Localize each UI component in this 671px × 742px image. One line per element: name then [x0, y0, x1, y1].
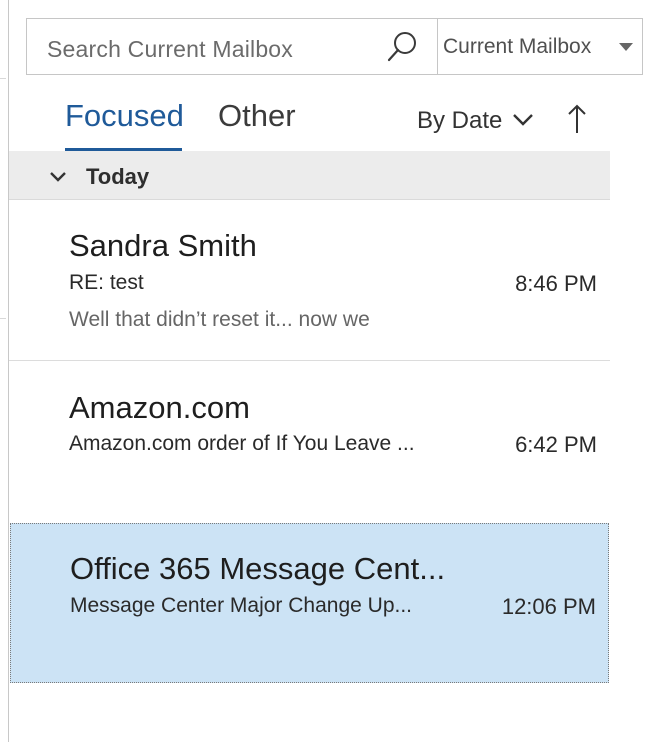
- tab-focused[interactable]: Focused: [65, 96, 184, 136]
- pane-edge-mark: [0, 318, 6, 319]
- pane-edge-mark: [0, 78, 6, 79]
- message-sender: Amazon.com: [69, 390, 250, 425]
- message-item-selected[interactable]: Office 365 Message Cent... Message Cente…: [10, 523, 609, 683]
- message-time: 6:42 PM: [515, 432, 597, 457]
- message-subject: Amazon.com order of If You Leave ...: [69, 432, 415, 455]
- chevron-down-icon[interactable]: [512, 113, 534, 127]
- group-label: Today: [86, 164, 150, 189]
- mail-list-pane: Search Current Mailbox Current Mailbox F…: [0, 0, 671, 742]
- message-subject: RE: test: [69, 271, 144, 294]
- search-box[interactable]: Search Current Mailbox Current Mailbox: [26, 18, 643, 75]
- tab-other[interactable]: Other: [218, 96, 296, 136]
- search-scope-dropdown[interactable]: Current Mailbox: [443, 35, 591, 59]
- sort-by-dropdown[interactable]: By Date: [417, 106, 502, 136]
- caret-down-icon[interactable]: [619, 43, 633, 51]
- arrow-up-icon[interactable]: [566, 103, 588, 135]
- message-time: 8:46 PM: [515, 271, 597, 296]
- message-preview: Well that didn’t reset it... now we: [69, 308, 370, 331]
- search-icon[interactable]: [385, 29, 421, 65]
- chevron-down-icon[interactable]: [49, 171, 67, 182]
- message-subject: Message Center Major Change Up...: [70, 594, 412, 617]
- message-item[interactable]: Amazon.com Amazon.com order of If You Le…: [9, 362, 610, 512]
- group-header-today[interactable]: Today: [9, 151, 610, 200]
- search-input[interactable]: Search Current Mailbox: [47, 36, 293, 63]
- message-time: 12:06 PM: [501, 594, 596, 619]
- search-scope-divider: [437, 19, 438, 74]
- message-item[interactable]: Sandra Smith RE: test 8:46 PM Well that …: [9, 201, 610, 361]
- message-sender: Office 365 Message Cent...: [70, 551, 446, 586]
- message-sender: Sandra Smith: [69, 228, 257, 263]
